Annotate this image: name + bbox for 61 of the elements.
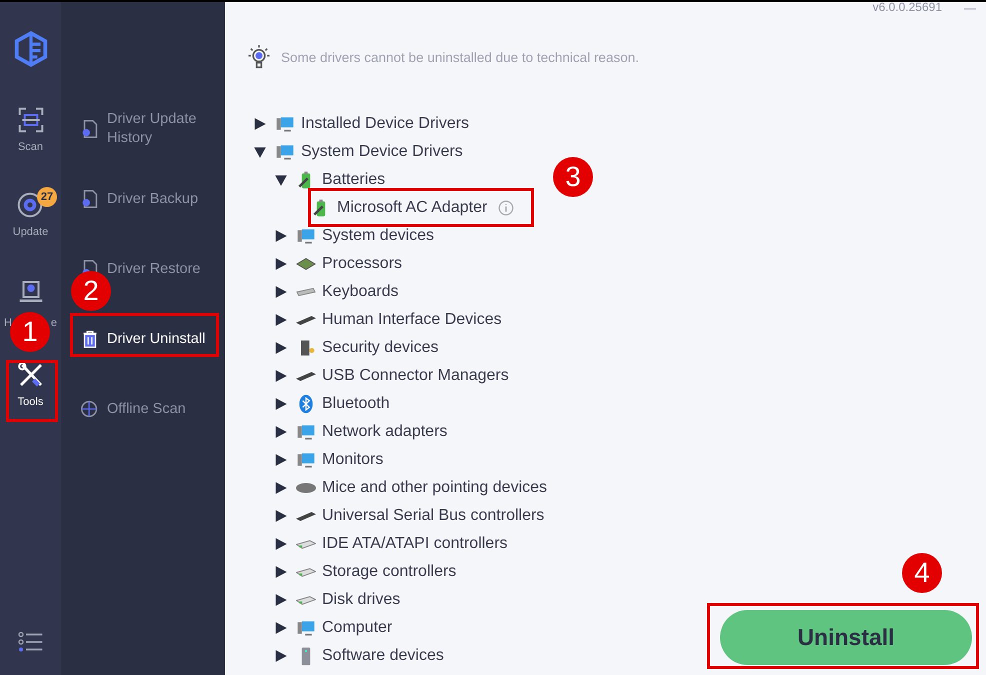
tree-row[interactable]: Security devices [253,334,438,362]
rail-tab[interactable]: Tools [16,360,46,411]
expand-icon[interactable] [274,649,288,663]
tree-row[interactable]: Mice and other pointing devices [253,474,548,502]
tree-row[interactable]: Bluetooth [253,390,390,418]
tree-row[interactable]: Batteries [253,166,386,194]
count-badge: 27 [37,187,57,207]
chip-icon [296,257,316,271]
tree-row[interactable]: Processors [253,250,402,278]
expand-icon[interactable] [274,341,288,355]
expand-icon[interactable] [274,229,288,243]
expand-icon[interactable] [274,313,288,327]
expand-icon[interactable] [274,285,288,299]
mouse-icon [296,483,316,493]
tool-menu-item[interactable]: Driver Backup [61,187,204,211]
tree-row[interactable]: Storage controllers [253,558,456,586]
tree-row[interactable]: Installed Device Drivers [253,110,470,138]
keyboard-icon [296,287,316,297]
tree-row[interactable]: Disk drives [253,586,400,614]
tree-row[interactable]: System Device Drivers [253,138,463,166]
usb-plug-icon [296,512,316,520]
tree-row[interactable]: Human Interface Devices [253,306,502,334]
expand-icon[interactable] [274,397,288,411]
expand-icon[interactable] [274,481,288,495]
collapse-icon[interactable] [274,173,288,187]
tab-label-fragment: e [50,316,57,331]
tree-row[interactable]: Microsoft AC Adapter [253,194,516,222]
tree-row[interactable]: System devices [253,222,434,250]
usb-plug-icon [296,372,316,380]
tool-menu-item[interactable]: Driver Uninstall [61,327,212,351]
tool-menu-item[interactable]: Offline Scan [61,397,192,421]
tool-menu-item[interactable]: Driver Update History [61,109,213,149]
expand-icon[interactable] [274,621,288,635]
tree-row[interactable]: USB Connector Managers [253,362,509,390]
expand-icon[interactable] [274,425,288,439]
expand-icon[interactable] [274,257,288,271]
expand-icon[interactable] [274,509,288,523]
highlight-frame [6,360,58,422]
tree-row[interactable]: Monitors [253,446,384,474]
expand-icon[interactable] [274,537,288,551]
tree-row[interactable]: IDE ATA/ATAPI controllers [253,530,508,558]
expand-icon[interactable] [274,369,288,383]
expand-icon[interactable] [274,565,288,579]
drive-icon [296,596,316,604]
uninstall-button[interactable]: Uninstall [720,610,972,665]
collapse-icon[interactable] [253,145,267,159]
usb-plug-icon [296,316,316,324]
rail-tab[interactable]: Scan [16,105,46,156]
tree-row[interactable]: Universal Serial Bus controllers [253,502,544,530]
tree-row[interactable]: Computer [253,614,392,642]
drive-icon [296,568,316,576]
tree-row[interactable]: Software devices [253,642,444,670]
notice-text: Some drivers cannot be uninstalled due to technical reason. [281,48,639,67]
expand-icon[interactable] [274,593,288,607]
expand-icon[interactable] [274,453,288,467]
tree-row[interactable]: Keyboards [253,278,398,306]
tree-row[interactable]: Network adapters [253,418,448,446]
drive-icon [296,540,316,548]
tab-label-fragment: H [4,316,12,331]
version-text: v6.0.0.25691 [872,2,942,14]
expand-icon[interactable] [253,117,267,131]
